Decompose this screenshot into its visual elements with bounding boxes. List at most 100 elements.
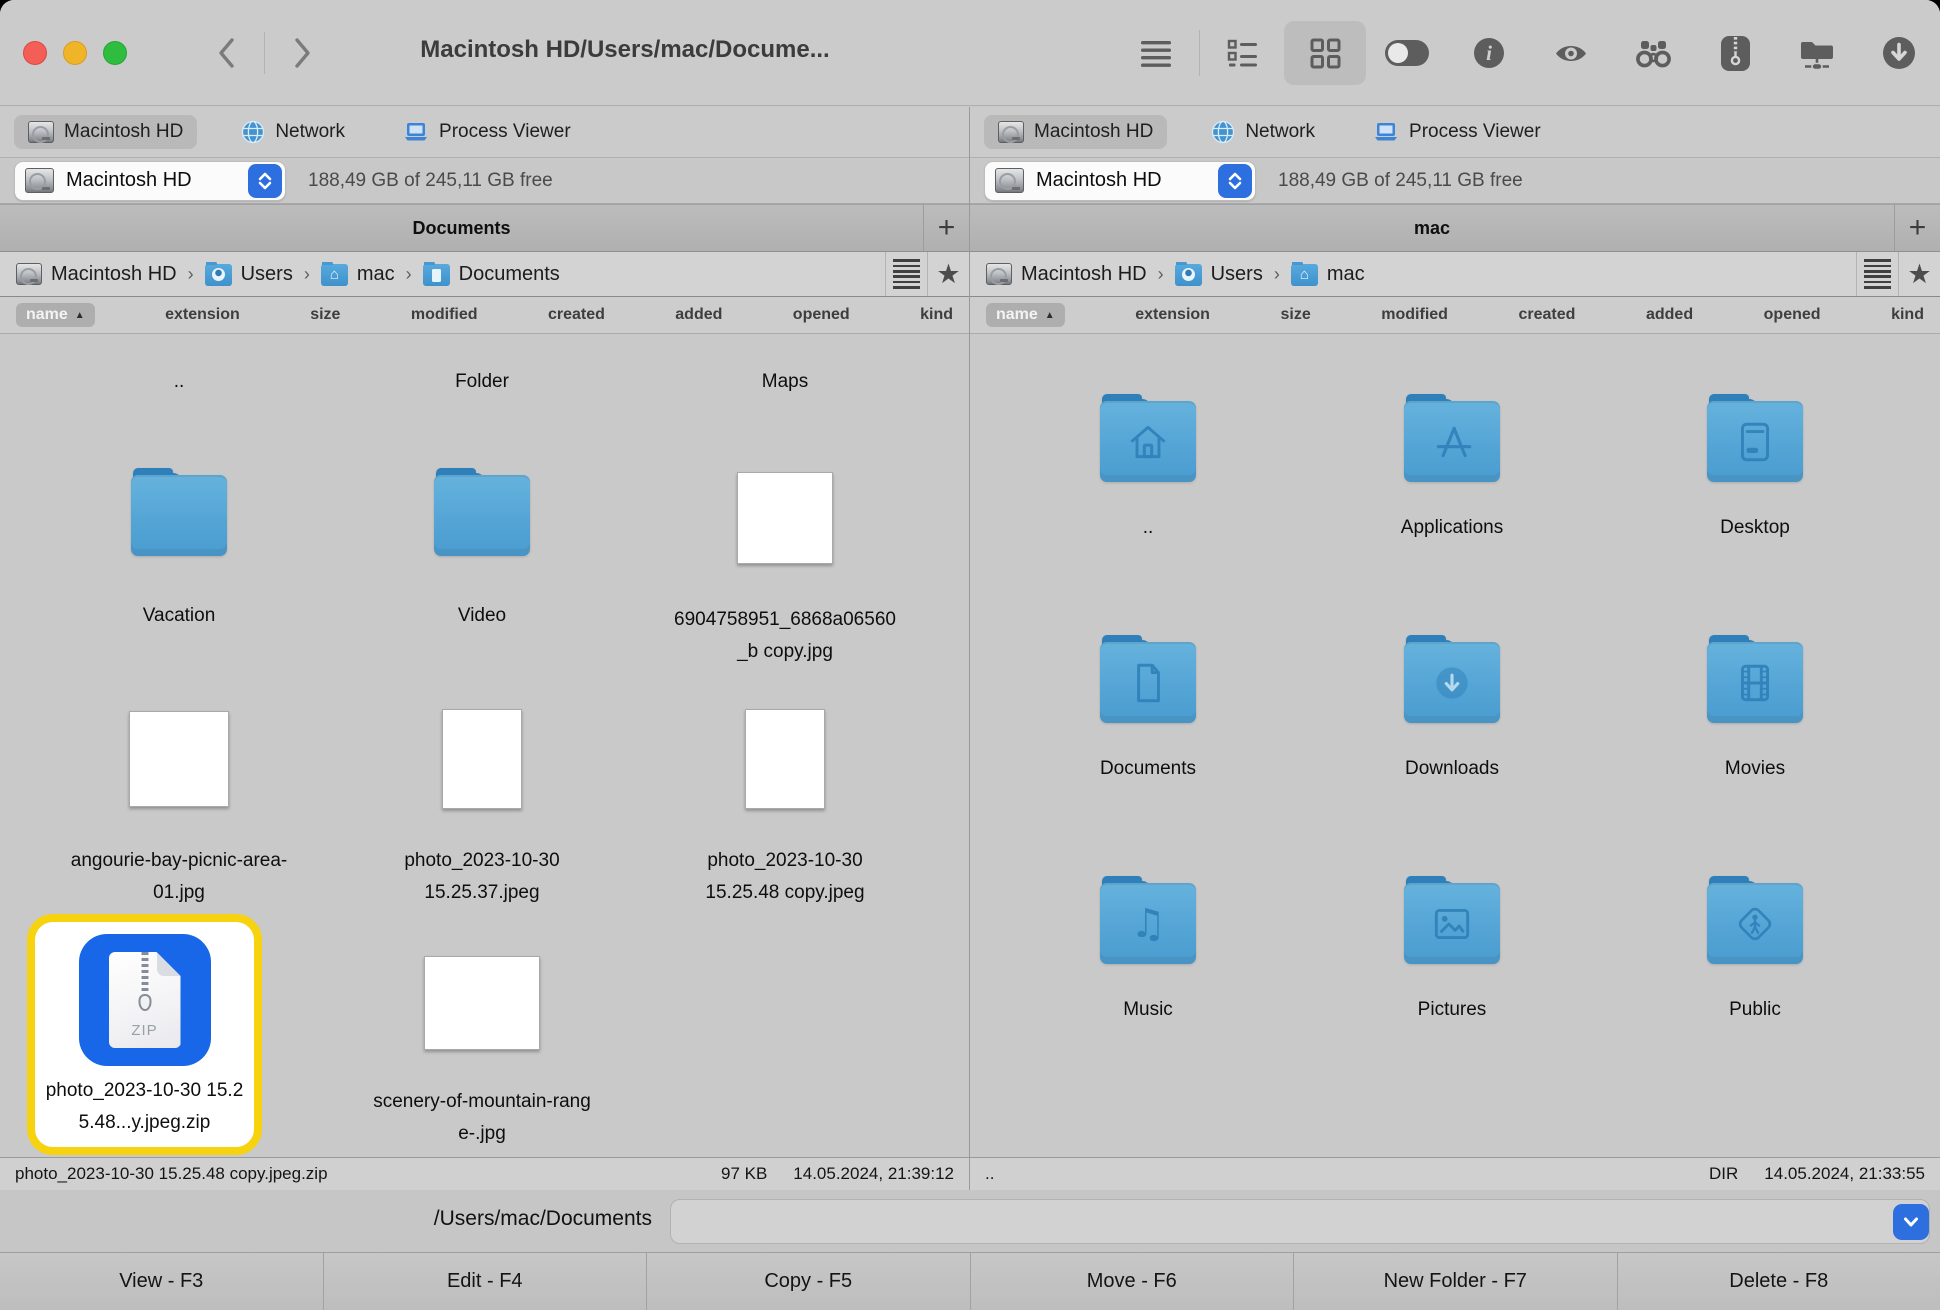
column-name[interactable]: name ▲ [986,303,1065,327]
file-item-video[interactable]: Video [352,468,612,632]
file-item-vacation[interactable]: Vacation [49,468,309,632]
tab-macintosh-hd[interactable]: Macintosh HD [14,115,197,149]
crumb-macintosh-hd[interactable]: Macintosh HD [986,263,1147,286]
column-created[interactable]: created [548,306,605,324]
path-dropdown-button[interactable] [1893,1204,1929,1240]
crumb-users[interactable]: Users [205,262,293,286]
column-modified[interactable]: modified [1381,306,1448,324]
right-pane-title[interactable]: mac [970,205,1894,251]
column-kind[interactable]: kind [1891,306,1924,324]
add-tab-button[interactable]: + [923,205,969,251]
file-item-maps[interactable]: Maps [655,366,915,398]
network-button[interactable] [1776,21,1858,85]
path-segments-button[interactable] [1856,252,1898,296]
drive-name: Macintosh HD [1036,169,1206,192]
crumb-mac[interactable]: mac [1291,262,1365,286]
dual-pane-toggle-button[interactable] [1366,21,1448,85]
file-item-image[interactable]: scenery-of-mountain-range-.jpg [352,956,612,1151]
edit-f4-button[interactable]: Edit - F4 [324,1253,648,1310]
folder-icon-home [1100,394,1196,482]
file-item-movies[interactable]: Movies [1625,635,1885,785]
crumb-users[interactable]: Users [1175,262,1263,286]
crumb-documents[interactable]: Documents [423,262,560,286]
left-pane-title[interactable]: Documents [0,205,923,251]
file-item-zip-selected[interactable]: ZIP photo_2023-10-30 15.25.48...y.jpeg.z… [27,914,262,1155]
tab-label: Process Viewer [1409,121,1541,143]
search-button[interactable] [1612,21,1694,85]
file-item-image[interactable]: photo_2023-10-30 15.25.48 copy.jpeg [655,709,915,910]
list-view-button[interactable] [1202,21,1284,85]
minimize-button[interactable] [63,41,87,65]
column-added[interactable]: added [1646,306,1693,324]
column-size[interactable]: size [1280,306,1310,324]
copy-f5-button[interactable]: Copy - F5 [647,1253,971,1310]
file-item-music[interactable]: ♫ Music [1018,876,1278,1026]
column-extension[interactable]: extension [165,306,240,324]
new-folder-f7-button[interactable]: New Folder - F7 [1294,1253,1618,1310]
file-item-downloads[interactable]: Downloads [1322,635,1582,785]
drive-selector[interactable]: Macintosh HD [984,161,1256,201]
file-item-image[interactable]: angourie-bay-picnic-area-01.jpg [49,711,309,910]
column-name[interactable]: name ▲ [16,303,95,327]
star-icon: ★ [1907,261,1931,288]
grid-view-button[interactable] [1284,21,1366,85]
zoom-button[interactable] [103,41,127,65]
column-kind[interactable]: kind [920,306,953,324]
drive-stepper-button[interactable] [248,164,282,198]
tab-macintosh-hd[interactable]: Macintosh HD [984,115,1167,149]
archive-button[interactable] [1694,21,1776,85]
crumb-separator: › [304,264,310,285]
path-segments-button[interactable] [885,252,927,296]
folder-icon [434,468,530,556]
download-button[interactable] [1858,21,1940,85]
move-f6-button[interactable]: Move - F6 [971,1253,1295,1310]
file-item-image[interactable]: photo_2023-10-30 15.25.37.jpeg [352,709,612,910]
sort-arrow-icon: ▲ [75,310,85,321]
right-drive-bar: Macintosh HD 188,49 GB of 245,11 GB free [970,158,1940,204]
crumb-separator: › [188,264,194,285]
info-button[interactable]: i [1448,21,1530,85]
drive-stepper-button[interactable] [1218,164,1252,198]
binoculars-icon [1635,38,1672,68]
file-item-image[interactable]: 6904758951_6868a06560_b copy.jpg [655,472,915,669]
file-item-documents[interactable]: Documents [1018,635,1278,785]
tab-process-viewer[interactable]: Process Viewer [389,115,585,150]
preview-button[interactable] [1530,21,1612,85]
add-tab-button[interactable]: + [1894,205,1940,251]
tab-process-viewer[interactable]: Process Viewer [1359,115,1555,150]
tab-network[interactable]: Network [1197,114,1329,150]
folder-icon-desktop [1707,394,1803,482]
favorites-button[interactable]: ★ [1898,252,1940,296]
crumb-macintosh-hd[interactable]: Macintosh HD [16,263,177,286]
info-icon: i [1473,37,1505,69]
file-item-folder[interactable]: Folder [352,366,612,398]
crumb-mac[interactable]: mac [321,262,395,286]
sort-arrow-icon: ▲ [1045,310,1055,321]
close-button[interactable] [23,41,47,65]
view-f3-button[interactable]: View - F3 [0,1253,324,1310]
file-item-public[interactable]: Public [1625,876,1885,1026]
file-item-pictures[interactable]: Pictures [1322,876,1582,1026]
favorites-button[interactable]: ★ [927,252,969,296]
back-button[interactable] [212,31,242,75]
grid-view-icon [1310,38,1341,69]
column-size[interactable]: size [310,306,340,324]
column-added[interactable]: added [675,306,722,324]
zip-badge: ZIP [109,1022,181,1039]
column-opened[interactable]: opened [793,306,850,324]
file-item-desktop[interactable]: Desktop [1625,394,1885,544]
command-input[interactable] [670,1199,1930,1244]
file-item-parent[interactable]: .. [1018,394,1278,544]
drive-selector[interactable]: Macintosh HD [14,161,286,201]
users-folder-icon [1175,264,1202,286]
forward-button[interactable] [287,31,317,75]
file-item-applications[interactable]: Applications [1322,394,1582,544]
file-item-parent[interactable]: .. [49,366,309,398]
column-modified[interactable]: modified [411,306,478,324]
menu-button[interactable] [1115,21,1197,85]
tab-network[interactable]: Network [227,114,359,150]
column-created[interactable]: created [1519,306,1576,324]
column-extension[interactable]: extension [1135,306,1210,324]
delete-f8-button[interactable]: Delete - F8 [1618,1253,1940,1310]
column-opened[interactable]: opened [1764,306,1821,324]
